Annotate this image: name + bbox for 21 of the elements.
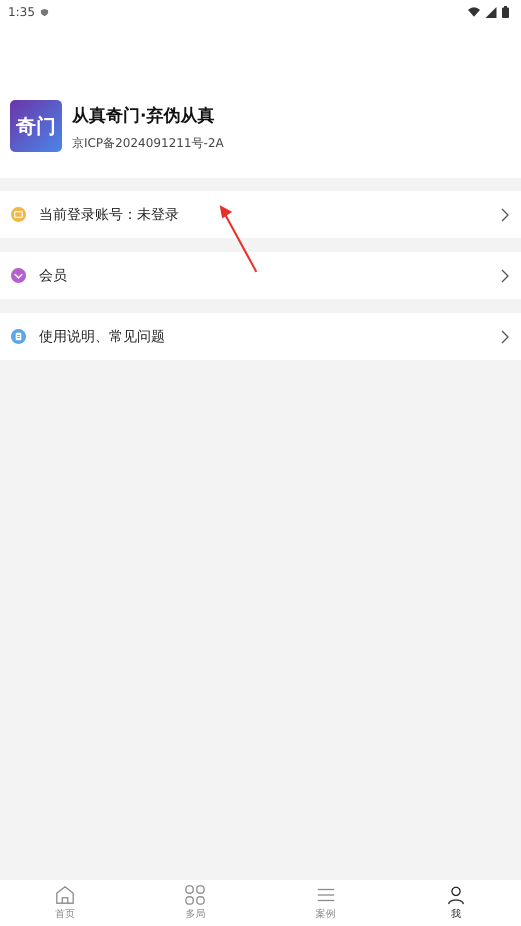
wifi-icon: [468, 6, 480, 18]
grid-icon: [185, 885, 206, 905]
battery-icon: [502, 6, 509, 18]
chevron-right-icon: [501, 330, 509, 344]
menu-item[interactable]: 使用说明、常见问题: [0, 313, 521, 360]
status-time: 1:35: [8, 5, 35, 19]
app-logo: 奇门: [10, 100, 62, 152]
menu-item[interactable]: 当前登录账号：未登录: [0, 191, 521, 238]
tab-bar-item[interactable]: 首页: [0, 880, 130, 926]
person-icon: [446, 885, 466, 905]
shield-icon: [40, 8, 49, 16]
home-icon: [55, 885, 76, 905]
app-title: 从真奇门·弃伪从真: [72, 105, 216, 127]
chevron-right-icon: [501, 208, 509, 222]
chevron-right-icon: [501, 268, 509, 282]
signal-icon: [485, 6, 497, 18]
icp-number: 京ICP备2024091211号-2A: [72, 135, 224, 152]
menu-item[interactable]: 会员: [0, 252, 521, 299]
tab-bar-item[interactable]: 多局: [130, 880, 260, 926]
tab-bar-item[interactable]: 案例: [260, 880, 391, 926]
tab-bar-item[interactable]: 我: [390, 880, 521, 926]
